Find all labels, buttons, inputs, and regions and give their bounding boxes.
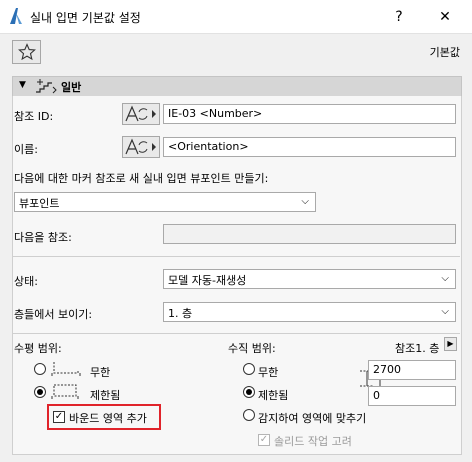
vertical-range-label: 수직 범위: (228, 342, 276, 355)
horizontal-infinite-radio[interactable] (34, 363, 46, 375)
marker-ref-value: 뷰포인트 (19, 197, 60, 210)
help-button[interactable]: ? (376, 0, 422, 33)
show-on-stories-dropdown[interactable]: 1. 층 ⌵ (163, 302, 456, 322)
horizontal-limited-radio[interactable] (34, 386, 46, 398)
vertical-limited-label: 제한됨 (258, 389, 289, 402)
solid-ops-label: 솔리드 작업 고려 (274, 435, 352, 448)
marker-ref-label: 다음에 대한 마커 참조로 새 실내 입면 뷰포인트 만들기: (14, 172, 269, 185)
section-header-general[interactable]: ▼ 일반 (12, 76, 462, 97)
ref-to-input (163, 224, 456, 244)
vertical-ref-label: 참조1. 층 (395, 342, 440, 355)
defaults-label: 기본값 (429, 46, 460, 59)
autotext-button-name[interactable] (122, 136, 160, 158)
chevron-down-icon: ⌵ (301, 196, 309, 207)
horizontal-limited-label: 제한됨 (90, 389, 121, 402)
horizontal-infinite-label: 무한 (90, 366, 111, 379)
name-input[interactable]: <Orientation> (163, 137, 456, 157)
vertical-infinite-radio[interactable] (243, 363, 255, 375)
marker-ref-dropdown[interactable]: 뷰포인트 ⌵ (14, 192, 316, 212)
limited-range-icon (51, 384, 79, 399)
autotext-button-ref-id[interactable] (122, 103, 160, 125)
ref-to-label: 다음을 참조: (14, 231, 72, 244)
vertical-infinite-label: 무한 (258, 366, 279, 379)
divider (12, 256, 460, 257)
show-on-stories-value: 1. 층 (168, 307, 193, 320)
show-on-stories-label: 층들에서 보이기: (14, 308, 93, 321)
ref-id-input[interactable]: IE-03 <Number> (163, 104, 456, 124)
status-label: 상태: (14, 275, 38, 288)
stair-ramp-icon (36, 79, 57, 94)
archicad-logo-icon (10, 8, 22, 24)
chevron-down-icon: ⌵ (441, 273, 449, 284)
autotext-icon (125, 138, 156, 155)
divider (12, 333, 460, 334)
title-bar: 실내 입면 기본값 설정 ? ✕ (0, 0, 472, 34)
star-icon (17, 43, 36, 61)
vertical-upper-input[interactable]: 2700 (368, 360, 456, 380)
add-bounds-label: 바운드 영역 추가 (69, 412, 147, 425)
vertical-detect-radio[interactable] (243, 409, 255, 421)
vertical-detect-label: 감지하여 영역에 맞추기 (258, 412, 367, 425)
chevron-down-icon: ⌵ (441, 306, 449, 317)
add-bounds-checkbox[interactable]: ✓ (53, 411, 65, 423)
favorites-button[interactable] (12, 40, 41, 64)
status-dropdown[interactable]: 모델 자동-재생성 ⌵ (163, 269, 456, 289)
close-button[interactable]: ✕ (422, 0, 468, 33)
vertical-limited-radio[interactable] (243, 386, 255, 398)
status-value: 모델 자동-재생성 (168, 274, 247, 287)
vertical-lower-input[interactable]: 0 (368, 386, 456, 406)
window-title: 실내 입면 기본값 설정 (30, 11, 141, 25)
ref-id-label: 참조 ID: (14, 110, 54, 123)
ref-story-arrow-button[interactable]: ▶ (444, 337, 457, 351)
autotext-icon (125, 105, 156, 122)
section-title: 일반 (61, 81, 82, 94)
horizontal-range-label: 수평 범위: (14, 342, 62, 355)
infinite-range-icon (51, 362, 81, 376)
solid-ops-checkbox[interactable]: ✓ (258, 434, 270, 446)
collapse-triangle-icon: ▼ (19, 80, 26, 90)
name-label: 이름: (14, 143, 38, 156)
